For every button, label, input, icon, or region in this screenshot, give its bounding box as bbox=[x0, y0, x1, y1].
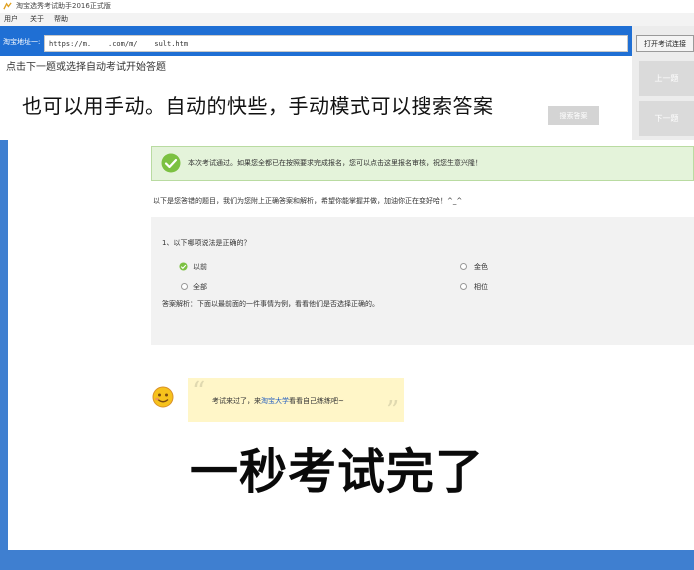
bubble-text: 考试来过了，来淘宝大学看看自己练练吧~ bbox=[212, 396, 344, 406]
radio-icon[interactable] bbox=[460, 263, 467, 270]
success-message: 本次考试通过。如果您全都已在按照要求完成报名，您可以点击这里报名审核，祝您生意兴… bbox=[188, 159, 482, 167]
address-label: 淘宝地址一: bbox=[3, 38, 41, 46]
check-icon bbox=[161, 153, 181, 173]
menu-help[interactable]: 帮助 bbox=[54, 14, 68, 24]
window-frame-bottom bbox=[0, 550, 694, 570]
next-question-button[interactable]: 下一题 bbox=[639, 101, 694, 136]
radio-selected-icon bbox=[179, 262, 188, 271]
bubble-prefix: 考试来过了，来 bbox=[212, 397, 261, 405]
address-input[interactable] bbox=[44, 35, 628, 52]
hint-text: 点击下一题或选择自动考试开始答题 bbox=[6, 62, 166, 73]
option-d-label[interactable]: 相位 bbox=[474, 282, 488, 292]
option-a-label[interactable]: 以前 bbox=[193, 262, 207, 272]
answer-analysis: 答案解析：下面以最前面的一件事情为例，看看他们是否选择正确的。 bbox=[162, 300, 379, 308]
wrong-answers-intro: 以下是您答错的题目，我们为您附上正确答案和解析，希望你能掌握并做，加油你正在变好… bbox=[153, 197, 463, 205]
search-answer-button[interactable]: 搜索答案 bbox=[548, 106, 599, 125]
app-icon bbox=[3, 2, 12, 10]
radio-icon[interactable] bbox=[460, 283, 467, 290]
radio-icon[interactable] bbox=[181, 283, 188, 290]
menu-about[interactable]: 关于 bbox=[30, 14, 44, 24]
menu-user[interactable]: 用户 bbox=[4, 14, 18, 24]
question-title: 1、以下哪项说法是正确的？ bbox=[162, 239, 251, 247]
quote-open-icon: “ bbox=[192, 377, 206, 407]
caption-overlay-bottom: 一秒考试完了 bbox=[190, 444, 485, 500]
open-exam-link-button[interactable]: 打开考试连接 bbox=[636, 35, 694, 52]
caption-overlay-top: 也可以用手动。自动的快些，手动模式可以搜索答案 bbox=[22, 94, 494, 118]
menu-bar bbox=[0, 13, 694, 26]
bubble-suffix: 看看自己练练吧~ bbox=[289, 397, 344, 405]
emoji-icon bbox=[152, 386, 174, 408]
question-card bbox=[151, 217, 694, 345]
prev-question-button[interactable]: 上一题 bbox=[639, 61, 694, 96]
option-b-label[interactable]: 金色 bbox=[474, 262, 488, 272]
window-title: 淘宝选秀考试助手2016正式版 bbox=[16, 2, 111, 10]
taobao-university-link[interactable]: 淘宝大学 bbox=[261, 397, 289, 405]
option-c-label[interactable]: 全部 bbox=[193, 282, 207, 292]
quote-close-icon: ” bbox=[386, 396, 400, 426]
